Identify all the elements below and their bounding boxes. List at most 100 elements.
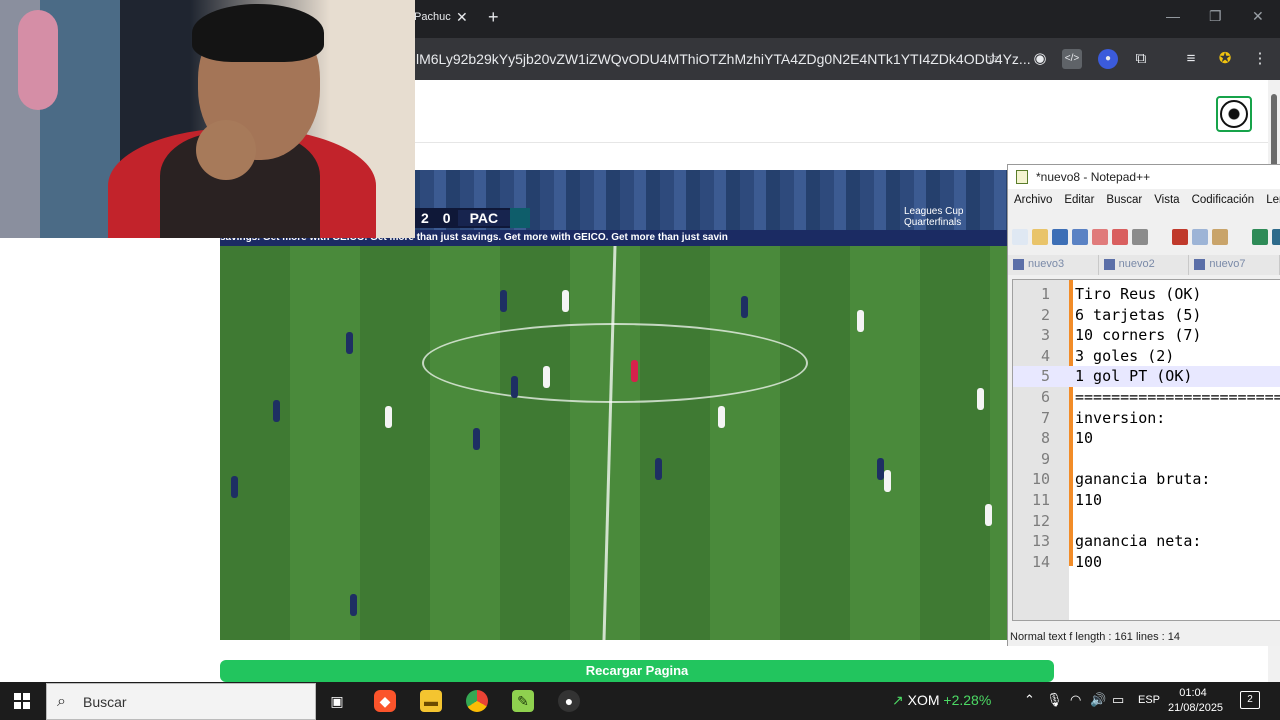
- url-field[interactable]: lM6Ly92b29kYy5jb20vZW1iZWQvODU4MThiOTZhM…: [416, 51, 1031, 67]
- taskbar-search[interactable]: ⌕ Buscar: [46, 683, 316, 720]
- menu-lenguaje[interactable]: Len: [1260, 191, 1280, 213]
- close-all-icon[interactable]: [1112, 229, 1128, 245]
- notification-center-icon[interactable]: 2: [1240, 691, 1260, 709]
- hidden-icons-chevron-icon[interactable]: ⌃: [1024, 692, 1035, 708]
- menu-vista[interactable]: Vista: [1148, 191, 1185, 213]
- volume-icon[interactable]: 🔊: [1090, 692, 1106, 708]
- editor-line[interactable]: 8 10: [1013, 428, 1280, 449]
- redo-icon[interactable]: [1272, 229, 1280, 245]
- menu-archivo[interactable]: Archivo: [1008, 191, 1058, 213]
- line-number: 10: [1031, 470, 1050, 489]
- line-number: 6: [1040, 388, 1050, 406]
- cut-icon[interactable]: [1172, 229, 1188, 245]
- player: [741, 296, 748, 318]
- player: [877, 458, 884, 480]
- chrome-icon[interactable]: [466, 690, 488, 712]
- browser-tab-title[interactable]: Pachuc: [414, 11, 451, 23]
- system-clock[interactable]: 01:04 21/08/2025: [1168, 686, 1223, 716]
- away-team: PAC: [457, 210, 511, 226]
- menu-buscar[interactable]: Buscar: [1100, 191, 1148, 213]
- task-view-icon[interactable]: ▣: [326, 690, 348, 712]
- close-file-icon[interactable]: [1092, 229, 1108, 245]
- line-text: 100: [1075, 552, 1103, 571]
- extensions-puzzle-icon[interactable]: ⧉: [1131, 49, 1151, 69]
- editor-line[interactable]: 12: [1013, 511, 1280, 532]
- editor-line[interactable]: 7 inversion:: [1013, 408, 1280, 429]
- editor-line[interactable]: 5 1 gol PT (OK): [1013, 366, 1280, 387]
- save-all-icon[interactable]: [1072, 229, 1088, 245]
- menu-editar[interactable]: Editar: [1058, 191, 1100, 213]
- windows-start-icon[interactable]: [14, 693, 30, 709]
- editor-line[interactable]: 6 ==========================: [1013, 387, 1280, 408]
- undo-icon[interactable]: [1252, 229, 1268, 245]
- tab-nuevo3[interactable]: nuevo3: [1008, 255, 1099, 275]
- editor-line[interactable]: 13 ganancia neta:: [1013, 531, 1280, 552]
- microphone-icon[interactable]: 🎙: [1046, 692, 1063, 708]
- line-number: 7: [1040, 408, 1050, 427]
- line-number: 2: [1040, 305, 1050, 324]
- media-control-icon[interactable]: ≡: [1181, 49, 1201, 69]
- line-text: 10 corners (7): [1075, 326, 1202, 345]
- open-file-icon[interactable]: [1032, 229, 1048, 245]
- editor-line[interactable]: 4 3 goles (2): [1013, 346, 1280, 367]
- line-text: 3 goles (2): [1075, 346, 1175, 365]
- copy-icon[interactable]: [1192, 229, 1208, 245]
- editor-line[interactable]: 10 ganancia bruta:: [1013, 469, 1280, 490]
- match-video-player[interactable]: savings. Get more with GEICO. Get more t…: [220, 170, 1008, 640]
- notepad-title-bar[interactable]: *nuevo8 - Notepad++: [1008, 165, 1280, 189]
- paste-icon[interactable]: [1212, 229, 1228, 245]
- tab-nuevo7[interactable]: nuevo7: [1189, 255, 1280, 275]
- obs-studio-icon[interactable]: ●: [558, 690, 580, 712]
- player: [884, 470, 891, 492]
- player: [511, 376, 518, 398]
- soccer-ball-icon[interactable]: [1216, 96, 1252, 132]
- notepad-editor[interactable]: 1 Tiro Reus (OK) 2 6 tarjetas (5) 3 10 corner…: [1012, 279, 1280, 621]
- center-circle: [422, 323, 808, 403]
- devtools-extension-icon[interactable]: </>: [1062, 49, 1082, 69]
- notepad-status-bar: Normal text f length : 161 lines : 14: [1010, 631, 1180, 643]
- tab-nuevo2[interactable]: nuevo2: [1098, 255, 1190, 275]
- competition-label: Leagues Cup Quarterfinals: [904, 206, 964, 228]
- camera-icon[interactable]: ◉: [1030, 49, 1050, 69]
- editor-line[interactable]: 9: [1013, 449, 1280, 470]
- editor-line[interactable]: 14 100: [1013, 552, 1280, 573]
- new-tab-button[interactable]: +: [488, 7, 499, 28]
- new-file-icon[interactable]: [1012, 229, 1028, 245]
- editor-line[interactable]: 2 6 tarjetas (5): [1013, 305, 1280, 326]
- language-indicator[interactable]: ESP: [1138, 694, 1160, 706]
- menu-codificacion[interactable]: Codificación: [1186, 191, 1261, 213]
- close-window-button[interactable]: ✕: [1252, 8, 1264, 25]
- tab-close-icon[interactable]: ✕: [456, 9, 468, 26]
- notepad-menu-bar: Archivo Editar Buscar Vista Codificación…: [1008, 191, 1280, 213]
- line-number: 5: [1040, 367, 1050, 386]
- maximize-button[interactable]: ❐: [1209, 8, 1222, 25]
- reload-page-button[interactable]: Recargar Pagina: [220, 660, 1054, 682]
- player: [718, 406, 725, 428]
- brave-browser-icon[interactable]: ◆: [374, 690, 396, 712]
- notepad-app-icon: [1016, 170, 1028, 184]
- player: [500, 290, 507, 312]
- battery-icon[interactable]: ▭: [1112, 692, 1124, 708]
- notepad-window[interactable]: *nuevo8 - Notepad++ Archivo Editar Busca…: [1007, 164, 1280, 646]
- toolbar-separator: [1232, 229, 1248, 245]
- bookmark-star-icon[interactable]: ☆: [983, 49, 1003, 69]
- header-divider: [414, 142, 1268, 143]
- notepad-plus-plus-icon[interactable]: ✎: [512, 690, 534, 712]
- notepad-title: *nuevo8 - Notepad++: [1036, 170, 1151, 184]
- browser-menu-icon[interactable]: ⋮: [1250, 49, 1270, 69]
- print-icon[interactable]: [1132, 229, 1148, 245]
- wifi-icon[interactable]: ◠: [1070, 692, 1081, 708]
- editor-line[interactable]: 1 Tiro Reus (OK): [1013, 284, 1280, 305]
- file-explorer-icon[interactable]: ▬: [420, 690, 442, 712]
- player: [655, 458, 662, 480]
- editor-line[interactable]: 3 10 corners (7): [1013, 325, 1280, 346]
- stock-ticker[interactable]: ↗ XOM +2.28%: [892, 692, 991, 709]
- extension-icon[interactable]: ●: [1098, 49, 1118, 69]
- line-number: 9: [1040, 449, 1050, 468]
- line-number: 8: [1040, 429, 1050, 448]
- editor-line[interactable]: 11 110: [1013, 490, 1280, 511]
- line-number: 3: [1040, 326, 1050, 345]
- profile-avatar-icon[interactable]: ✪: [1215, 49, 1235, 69]
- minimize-button[interactable]: —: [1166, 8, 1180, 24]
- save-icon[interactable]: [1052, 229, 1068, 245]
